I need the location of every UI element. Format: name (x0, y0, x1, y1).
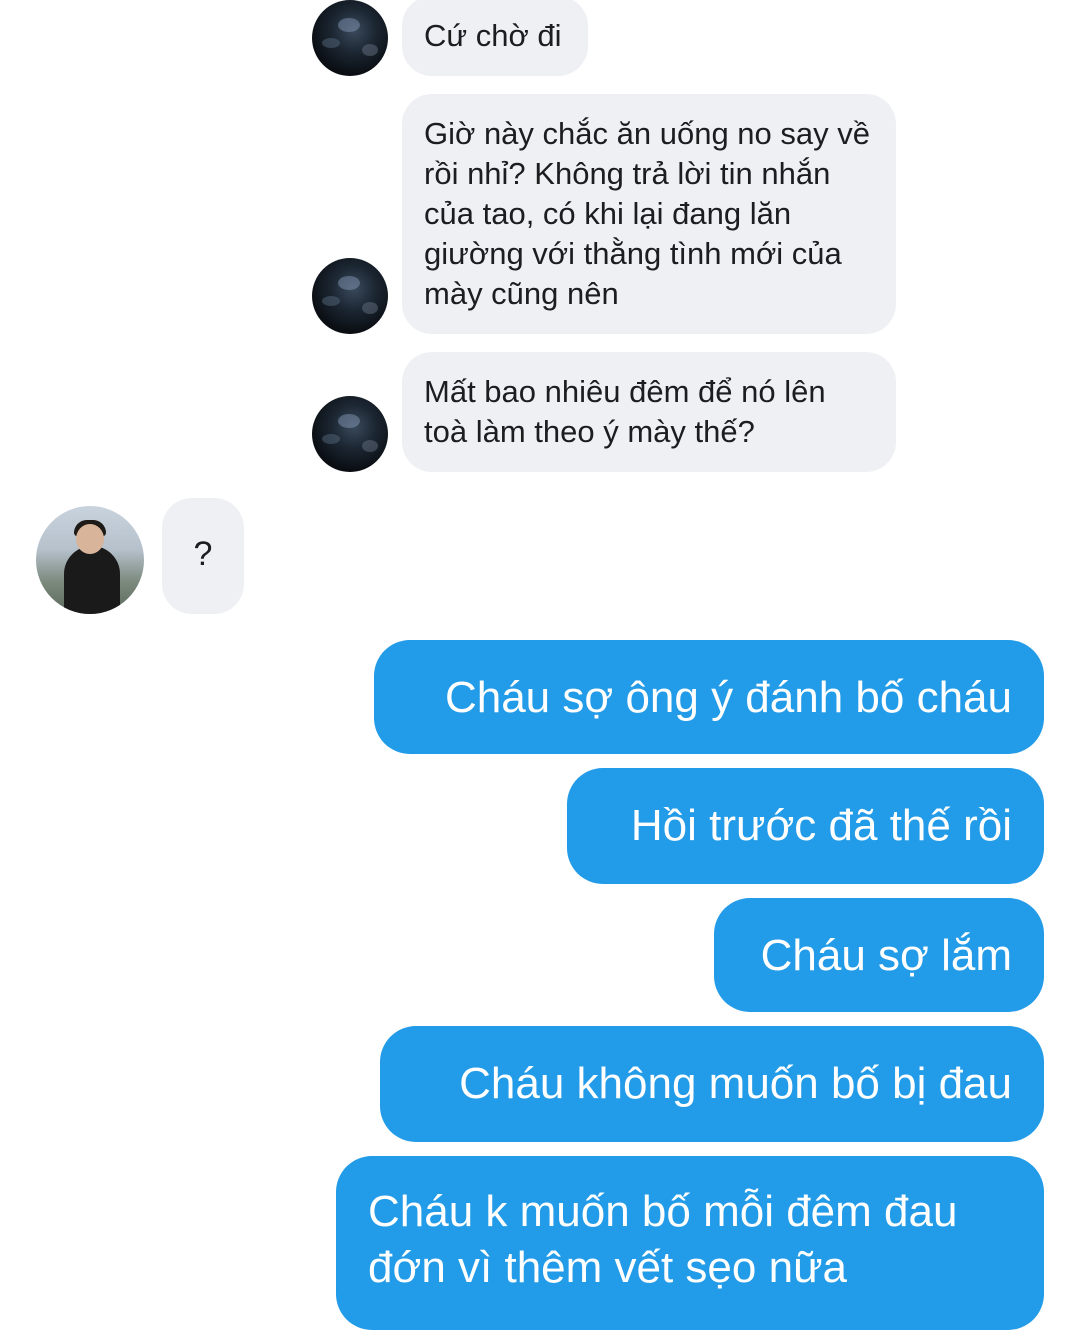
contact-avatar-photo[interactable] (36, 506, 144, 614)
incoming-message[interactable]: Giờ này chắc ăn uống no say về rồi nhỉ? … (402, 94, 896, 334)
contact-avatar[interactable] (312, 258, 388, 334)
outgoing-message[interactable]: Hồi trước đã thế rồi (567, 768, 1044, 884)
incoming-message[interactable]: Cứ chờ đi (402, 0, 588, 76)
outgoing-message[interactable]: Cháu k muốn bố mỗi đêm đau đớn vì thêm v… (336, 1156, 1044, 1330)
incoming-message[interactable]: ? (162, 498, 244, 614)
contact-avatar[interactable] (312, 396, 388, 472)
contact-avatar[interactable] (312, 0, 388, 76)
outgoing-message[interactable]: Cháu sợ ông ý đánh bố cháu (374, 640, 1044, 754)
outgoing-message[interactable]: Cháu sợ lắm (714, 898, 1044, 1012)
outgoing-message[interactable]: Cháu không muốn bố bị đau (380, 1026, 1044, 1142)
incoming-message[interactable]: Mất bao nhiêu đêm để nó lên toà làm theo… (402, 352, 896, 472)
